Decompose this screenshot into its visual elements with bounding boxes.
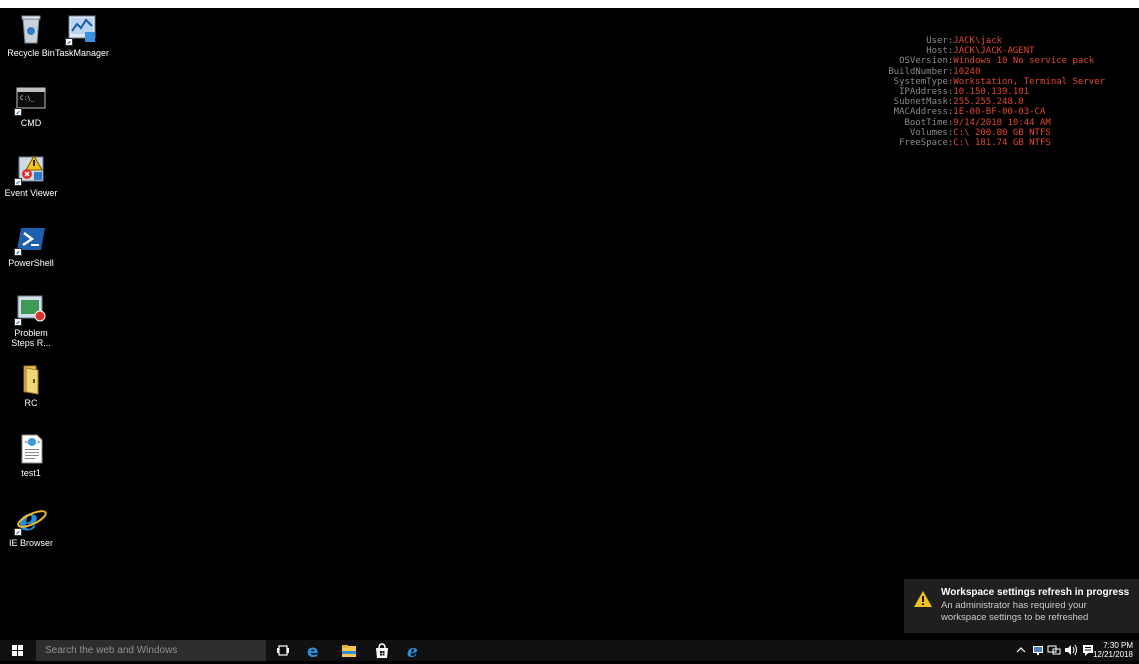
desktop-icon-label: PowerShell — [8, 258, 54, 268]
sysinfo-row: BootTime: 9/14/2018 10:44 AM — [904, 117, 1051, 128]
warning-icon — [914, 591, 932, 612]
svg-text:<: < — [24, 439, 29, 446]
sysinfo-row: Host: JACK\JACK-AGENT — [926, 46, 1035, 57]
sysinfo-row: SystemType: Workstation, Terminal Server — [893, 76, 1105, 87]
recycle-bin-icon — [14, 12, 48, 46]
sysinfo-row: FreeSpace: C:\ 181.74 GB NTFS — [899, 138, 1051, 149]
volume-icon[interactable] — [1064, 643, 1078, 660]
system-info-panel: User: JACK\jack Host: JACK\JACK-AGENT OSVe… — [851, 36, 1105, 148]
folder-icon — [14, 362, 48, 396]
powershell-icon — [14, 222, 48, 256]
cmd-icon: C:\_ — [14, 82, 48, 116]
desktop-icon-label: TaskManager — [54, 48, 110, 58]
top-band — [0, 0, 1139, 8]
desktop-icon-rc[interactable]: RC — [0, 362, 65, 408]
sysinfo-row: User: JACK\jack — [926, 36, 1003, 46]
chevron-up-icon[interactable] — [1016, 643, 1026, 660]
store-icon[interactable] — [374, 642, 390, 659]
file-explorer-icon[interactable] — [341, 642, 357, 659]
edge-icon[interactable]: e — [306, 642, 322, 662]
desktop: Recycle Bin TaskManager C:\_ CMD Event V… — [0, 8, 1139, 640]
sysinfo-row: OSVersion: Windows 10 No service pack — [899, 56, 1095, 67]
sysinfo-row: IPAddress: 10.150.139.101 — [899, 87, 1030, 98]
html-file-icon: < > — [14, 432, 48, 466]
svg-text:e: e — [407, 642, 418, 659]
problem-steps-recorder-icon — [14, 292, 48, 326]
taskbar: Search the web and Windows e e 7:30 PM 1… — [0, 640, 1139, 662]
desktop-icon-event-viewer[interactable]: Event Viewer — [0, 152, 65, 198]
notification-title: Workspace settings refresh in progress — [941, 587, 1130, 598]
display-icon[interactable] — [1047, 643, 1061, 660]
sysinfo-row: Volumes: C:\ 200.00 GB NTFS — [909, 127, 1051, 138]
svg-text:>: > — [36, 439, 41, 446]
ie-icon: e — [14, 502, 48, 538]
search-box[interactable]: Search the web and Windows — [36, 640, 266, 661]
sysinfo-row: BuildNumber: 10240 — [888, 66, 981, 77]
desktop-icon-label: Problem Steps R... — [11, 328, 51, 348]
desktop-icon-test1[interactable]: < > test1 — [0, 432, 65, 478]
desktop-icon-taskmanager[interactable]: TaskManager — [48, 12, 116, 58]
sysinfo-row: SubnetMask: 255.255.248.0 — [893, 97, 1024, 108]
desktop-icon-label: CMD — [20, 118, 42, 128]
network-icon[interactable] — [1032, 643, 1044, 660]
task-view-icon[interactable] — [276, 642, 290, 659]
event-viewer-icon — [14, 152, 48, 186]
desktop-icon-label: RC — [24, 398, 38, 408]
clock[interactable]: 7:30 PM 12/21/2018 — [1093, 641, 1133, 659]
svg-text:C:\_: C:\_ — [20, 95, 35, 102]
clock-date: 12/21/2018 — [1092, 650, 1133, 659]
ie-icon[interactable]: e — [405, 642, 423, 662]
task-manager-icon — [65, 12, 99, 46]
desktop-icon-cmd[interactable]: C:\_ CMD — [0, 82, 65, 128]
clock-time: 7:30 PM — [1103, 641, 1133, 650]
desktop-icon-problem-steps-recorder[interactable]: Problem Steps R... — [0, 292, 65, 348]
svg-text:e: e — [307, 642, 319, 659]
start-button[interactable] — [12, 645, 23, 656]
desktop-icon-label: test1 — [21, 468, 41, 478]
notification-body: An administrator has required your works… — [941, 600, 1089, 623]
desktop-icon-label: IE Browser — [8, 538, 53, 548]
sysinfo-row: MACAddress: 1E-00-BF-00-03-CA — [893, 107, 1046, 118]
notification-toast[interactable]: Workspace settings refresh in progress A… — [904, 579, 1139, 633]
search-placeholder: Search the web and Windows — [45, 645, 178, 656]
desktop-icon-powershell[interactable]: PowerShell — [0, 222, 65, 268]
desktop-icon-ie-browser[interactable]: e IE Browser — [0, 502, 65, 548]
desktop-icon-label: Event Viewer — [4, 188, 58, 198]
